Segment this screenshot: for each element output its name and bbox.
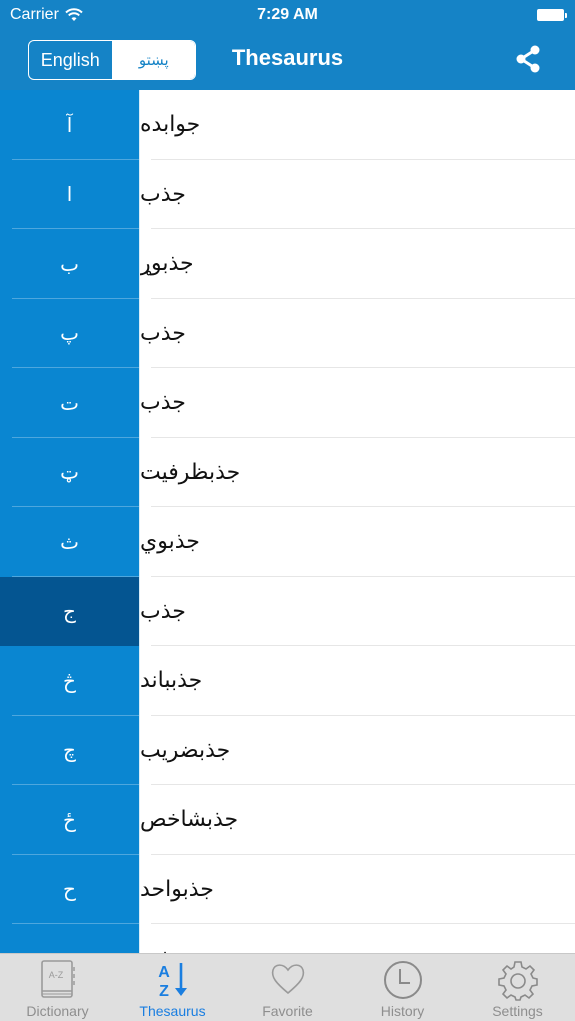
word-text: جذبوي xyxy=(140,529,200,555)
tab-label: Settings xyxy=(492,1003,543,1019)
word-text: جذب xyxy=(140,390,186,416)
alphabet-item[interactable]: ث xyxy=(0,507,139,577)
tab-label: History xyxy=(380,1003,425,1019)
alphabet-item[interactable]: آ xyxy=(0,90,139,160)
alphabet-item[interactable]: ا xyxy=(0,160,139,230)
alphabet-index: آ ا ب پ ت ټ ث ج څ چ ځ ح خ xyxy=(0,90,139,953)
tab-label: Dictionary xyxy=(26,1003,89,1019)
tab-bar: A-Z Dictionary A Z Thesaurus Favorite Hi… xyxy=(0,953,575,1021)
dictionary-book-icon: A-Z xyxy=(40,960,75,998)
word-list-item[interactable]: جذب xyxy=(140,299,575,369)
alphabet-item[interactable]: پ xyxy=(0,299,139,369)
word-list: جوابده جذب جذبوړ جذب جذب جذبظرفيت جذبوي … xyxy=(139,90,575,953)
status-bar: Carrier 7:29 AM xyxy=(0,0,575,30)
alphabet-item[interactable]: ح xyxy=(0,855,139,925)
word-list-item[interactable]: جذب xyxy=(140,368,575,438)
language-option-pashto[interactable]: پښتو xyxy=(112,41,195,79)
share-icon xyxy=(516,45,540,73)
svg-text:A: A xyxy=(158,964,170,981)
word-list-item[interactable]: جذبواحد xyxy=(140,855,575,925)
tab-dictionary[interactable]: A-Z Dictionary xyxy=(0,954,115,1021)
word-text: جذبضريب xyxy=(140,737,231,763)
word-list-item[interactable]: جذبوړ xyxy=(140,229,575,299)
language-option-english[interactable]: English xyxy=(29,41,113,79)
word-text: جذبوړ xyxy=(140,251,194,277)
word-text: جذب xyxy=(140,598,186,624)
alphabet-item[interactable]: څ xyxy=(0,646,139,716)
word-list-item[interactable]: جذب xyxy=(140,924,575,953)
clock-icon xyxy=(383,961,422,999)
word-list-item[interactable]: جذبشاخص xyxy=(140,785,575,855)
word-list-item[interactable]: جذبباند xyxy=(140,646,575,716)
tab-thesaurus[interactable]: A Z Thesaurus xyxy=(115,954,230,1021)
word-list-item[interactable]: جذب xyxy=(140,577,575,647)
word-text: جذبباند xyxy=(140,668,203,694)
word-text: جوابده xyxy=(140,112,201,138)
header: Carrier 7:29 AM English پښتو Thesaurus xyxy=(0,0,575,90)
tab-settings[interactable]: Settings xyxy=(460,954,575,1021)
navigation-bar: English پښتو Thesaurus xyxy=(0,30,575,90)
gear-icon xyxy=(497,961,538,1001)
az-sort-icon: A Z xyxy=(158,963,187,1000)
word-list-item[interactable]: جوابده xyxy=(140,90,575,160)
share-button[interactable] xyxy=(511,42,545,76)
svg-text:A-Z: A-Z xyxy=(48,970,63,980)
word-text: جذب xyxy=(140,181,186,207)
tab-history[interactable]: History xyxy=(345,954,460,1021)
alphabet-item[interactable]: چ xyxy=(0,716,139,786)
language-toggle[interactable]: English پښتو xyxy=(28,40,196,80)
tab-label: Thesaurus xyxy=(139,1003,206,1019)
alphabet-item[interactable]: خ xyxy=(0,924,139,953)
battery-icon xyxy=(537,9,567,21)
alphabet-item-selected[interactable]: ج xyxy=(0,576,139,646)
alphabet-item[interactable]: ټ xyxy=(0,438,139,508)
word-list-item[interactable]: جذبوي xyxy=(140,507,575,577)
tab-label: Favorite xyxy=(262,1003,313,1019)
tab-favorite[interactable]: Favorite xyxy=(230,954,345,1021)
word-list-item[interactable]: جذبظرفيت xyxy=(140,438,575,508)
word-text: جذب xyxy=(140,946,186,953)
word-list-item[interactable]: جذب xyxy=(140,160,575,230)
svg-text:Z: Z xyxy=(159,983,169,1000)
word-text: جذبواحد xyxy=(140,876,214,902)
heart-icon xyxy=(271,964,304,995)
word-list-item[interactable]: جذبضريب xyxy=(140,716,575,786)
alphabet-item[interactable]: ځ xyxy=(0,785,139,855)
alphabet-item[interactable]: ت xyxy=(0,368,139,438)
word-text: جذبظرفيت xyxy=(140,459,241,485)
status-time: 7:29 AM xyxy=(257,6,318,23)
alphabet-item[interactable]: ب xyxy=(0,229,139,299)
word-text: جذبشاخص xyxy=(140,807,239,833)
word-text: جذب xyxy=(140,320,186,346)
